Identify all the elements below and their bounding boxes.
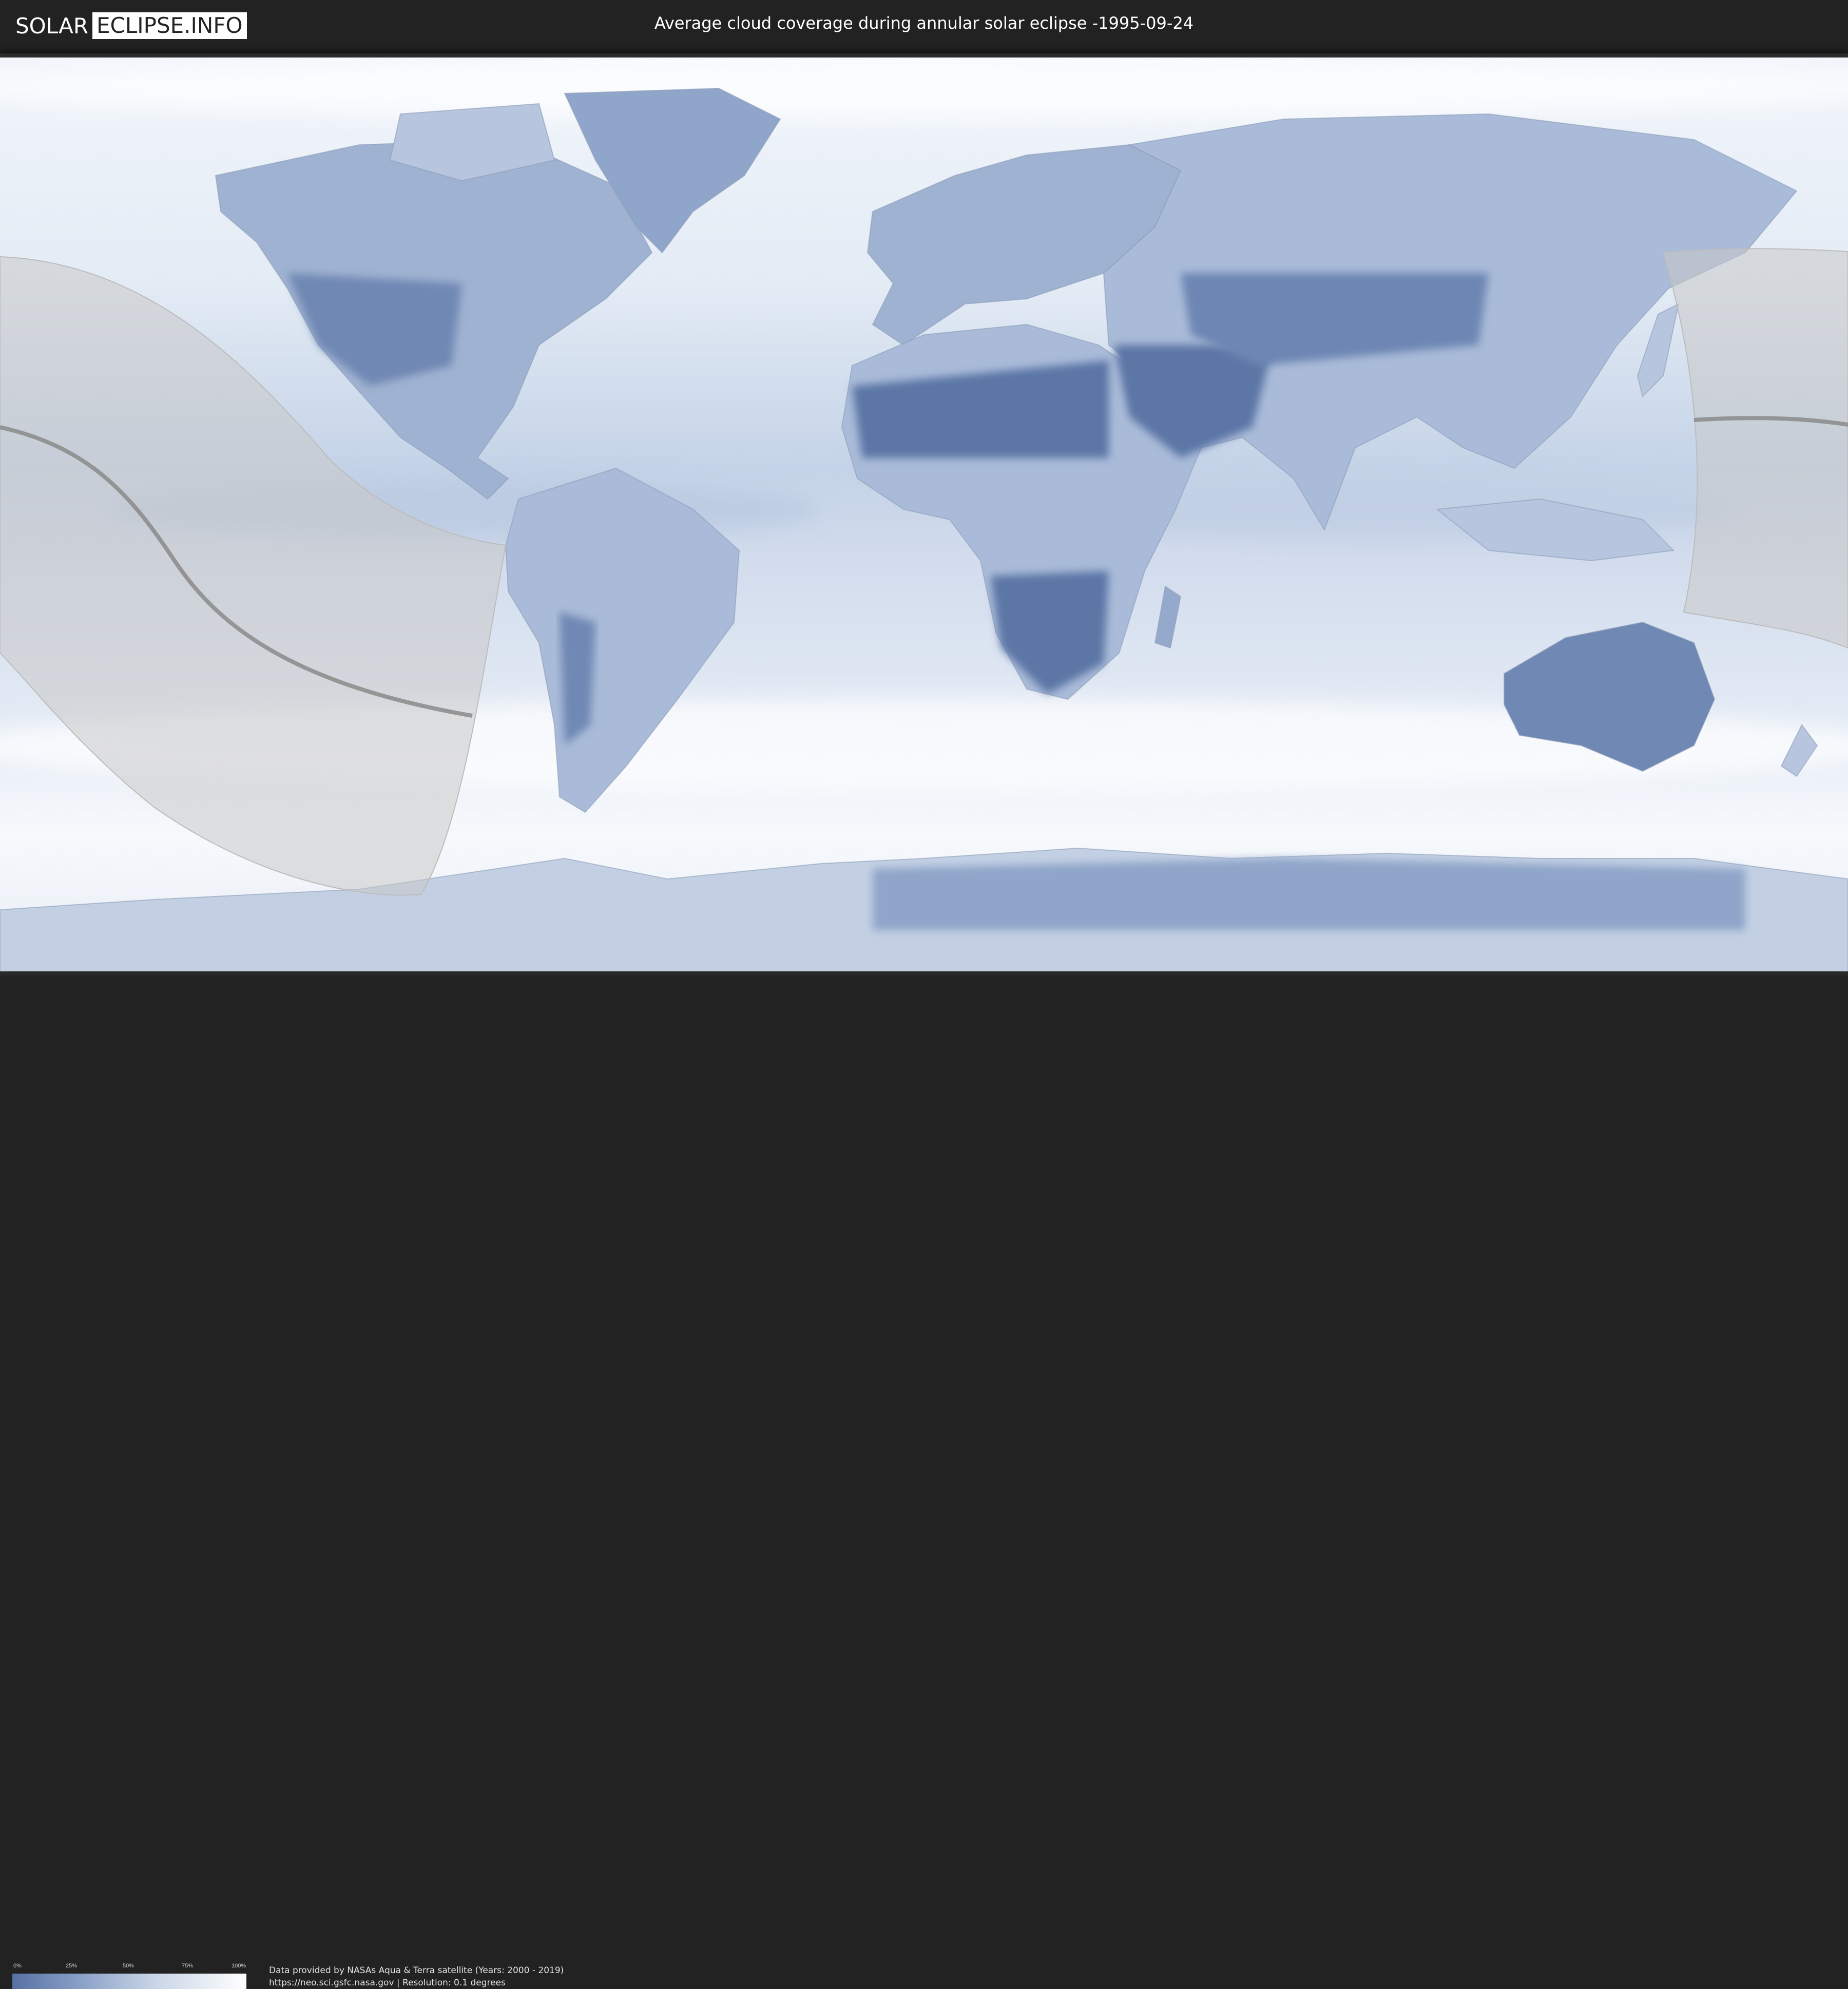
legend-label-25: 25%: [66, 1963, 78, 1969]
legend-labels: 0% 25% 50% 75% 100%: [13, 1963, 246, 1970]
footer-bar: 0% 25% 50% 75% 100% Data provided by NAS…: [0, 976, 1848, 1989]
legend-label-100: 100%: [232, 1963, 246, 1969]
legend-label-0: 0%: [13, 1963, 22, 1969]
cloud-coverage-map: [0, 58, 1848, 971]
page-title: Average cloud coverage during annular so…: [654, 13, 1194, 33]
cloud-coverage-legend-bar: [12, 1974, 246, 1989]
credit-line-data-source: Data provided by NASAs Aqua & Terra sate…: [269, 1965, 564, 1976]
credit-line-url: https://neo.sci.gsfc.nasa.gov | Resoluti…: [269, 1978, 506, 1988]
header-bar: SOLAR ECLIPSE.INFO Average cloud coverag…: [0, 0, 1848, 51]
antarctica-clear-region: [873, 858, 1745, 930]
legend-label-75: 75%: [182, 1963, 194, 1969]
legend-label-50: 50%: [123, 1963, 134, 1969]
